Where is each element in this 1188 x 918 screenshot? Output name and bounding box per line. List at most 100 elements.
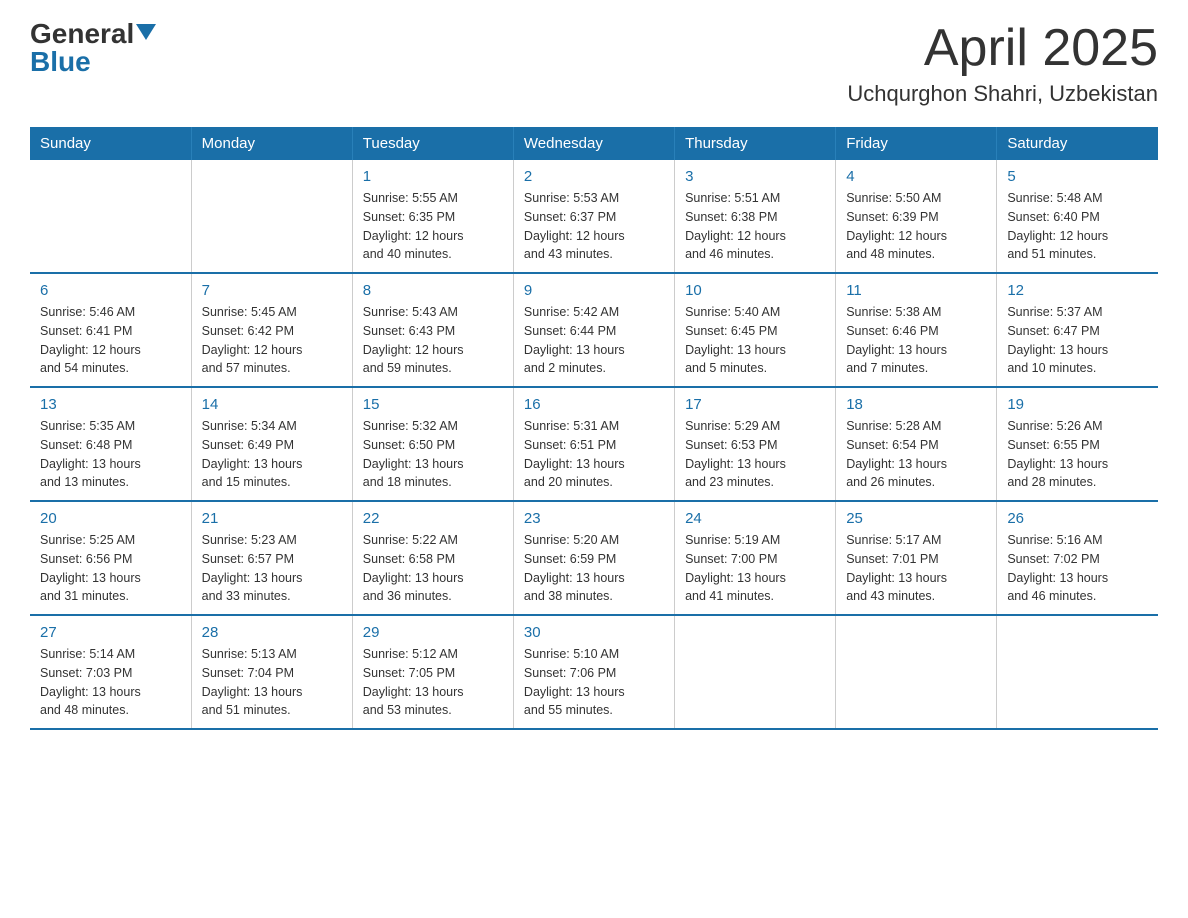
day-cell [675,615,836,729]
day-number: 29 [363,624,503,641]
day-number: 23 [524,510,664,527]
week-row-5: 27 Sunrise: 5:14 AMSunset: 7:03 PMDayligh… [30,615,1158,729]
calendar-header: SundayMondayTuesdayWednesdayThursdayFrid… [30,127,1158,160]
day-cell: 9 Sunrise: 5:42 AMSunset: 6:44 PMDaylight… [513,273,674,387]
logo-blue-text: Blue [30,48,91,76]
calendar-table: SundayMondayTuesdayWednesdayThursdayFrid… [30,127,1158,730]
weekday-header-row: SundayMondayTuesdayWednesdayThursdayFrid… [30,127,1158,160]
day-cell: 30 Sunrise: 5:10 AMSunset: 7:06 PMDayligh… [513,615,674,729]
day-number: 28 [202,624,342,641]
day-cell: 11Sunrise: 5:38 AMSunset: 6:46 PMDayligh… [836,273,997,387]
day-info: Sunrise: 5:51 AMSunset: 6:38 PMDaylight:… [685,189,825,264]
day-info: Sunrise: 5:26 AMSunset: 6:55 PMDaylight:… [1007,417,1148,492]
day-cell [836,615,997,729]
weekday-header-saturday: Saturday [997,127,1158,160]
day-number: 30 [524,624,664,641]
week-row-2: 6 Sunrise: 5:46 AMSunset: 6:41 PMDaylight… [30,273,1158,387]
day-number: 15 [363,396,503,413]
day-number: 9 [524,282,664,299]
day-cell: 7Sunrise: 5:45 AMSunset: 6:42 PMDaylight… [191,273,352,387]
day-cell: 22 Sunrise: 5:22 AMSunset: 6:58 PMDayligh… [352,501,513,615]
day-info: Sunrise: 5:23 AMSunset: 6:57 PMDaylight:… [202,531,342,606]
day-cell: 13 Sunrise: 5:35 AMSunset: 6:48 PMDayligh… [30,387,191,501]
day-info: Sunrise: 5:50 AMSunset: 6:39 PMDaylight:… [846,189,986,264]
day-cell: 15 Sunrise: 5:32 AMSunset: 6:50 PMDayligh… [352,387,513,501]
day-info: Sunrise: 5:53 AMSunset: 6:37 PMDaylight:… [524,189,664,264]
day-info: Sunrise: 5:32 AMSunset: 6:50 PMDaylight:… [363,417,503,492]
day-cell: 2Sunrise: 5:53 AMSunset: 6:37 PMDaylight… [513,160,674,273]
day-cell: 14Sunrise: 5:34 AMSunset: 6:49 PMDayligh… [191,387,352,501]
day-cell: 12Sunrise: 5:37 AMSunset: 6:47 PMDayligh… [997,273,1158,387]
day-number: 19 [1007,396,1148,413]
day-number: 27 [40,624,181,641]
day-cell [191,160,352,273]
day-number: 18 [846,396,986,413]
logo-general-text: General [30,20,134,48]
day-info: Sunrise: 5:19 AMSunset: 7:00 PMDaylight:… [685,531,825,606]
day-info: Sunrise: 5:14 AMSunset: 7:03 PMDaylight:… [40,645,181,720]
weekday-header-monday: Monday [191,127,352,160]
day-info: Sunrise: 5:34 AMSunset: 6:49 PMDaylight:… [202,417,342,492]
weekday-header-thursday: Thursday [675,127,836,160]
calendar-title: April 2025 [847,20,1158,77]
day-info: Sunrise: 5:46 AMSunset: 6:41 PMDaylight:… [40,303,181,378]
day-info: Sunrise: 5:48 AMSunset: 6:40 PMDaylight:… [1007,189,1148,264]
day-cell [30,160,191,273]
day-cell: 8 Sunrise: 5:43 AMSunset: 6:43 PMDaylight… [352,273,513,387]
day-cell: 28 Sunrise: 5:13 AMSunset: 7:04 PMDayligh… [191,615,352,729]
day-cell: 6 Sunrise: 5:46 AMSunset: 6:41 PMDaylight… [30,273,191,387]
day-number: 26 [1007,510,1148,527]
week-row-1: 1 Sunrise: 5:55 AMSunset: 6:35 PMDaylight… [30,160,1158,273]
day-number: 1 [363,168,503,185]
day-info: Sunrise: 5:40 AMSunset: 6:45 PMDaylight:… [685,303,825,378]
day-cell: 24 Sunrise: 5:19 AMSunset: 7:00 PMDayligh… [675,501,836,615]
day-info: Sunrise: 5:10 AMSunset: 7:06 PMDaylight:… [524,645,664,720]
day-info: Sunrise: 5:31 AMSunset: 6:51 PMDaylight:… [524,417,664,492]
day-info: Sunrise: 5:17 AMSunset: 7:01 PMDaylight:… [846,531,986,606]
day-number: 8 [363,282,503,299]
day-info: Sunrise: 5:38 AMSunset: 6:46 PMDaylight:… [846,303,986,378]
day-info: Sunrise: 5:22 AMSunset: 6:58 PMDaylight:… [363,531,503,606]
weekday-header-sunday: Sunday [30,127,191,160]
day-info: Sunrise: 5:20 AMSunset: 6:59 PMDaylight:… [524,531,664,606]
day-cell: 3Sunrise: 5:51 AMSunset: 6:38 PMDaylight… [675,160,836,273]
weekday-header-tuesday: Tuesday [352,127,513,160]
day-number: 10 [685,282,825,299]
page-header: General Blue April 2025 Uchqurghon Shahr… [30,20,1158,107]
day-cell: 23 Sunrise: 5:20 AMSunset: 6:59 PMDayligh… [513,501,674,615]
day-cell: 4 Sunrise: 5:50 AMSunset: 6:39 PMDaylight… [836,160,997,273]
day-cell: 10 Sunrise: 5:40 AMSunset: 6:45 PMDayligh… [675,273,836,387]
day-cell [997,615,1158,729]
day-number: 25 [846,510,986,527]
weekday-header-wednesday: Wednesday [513,127,674,160]
day-number: 20 [40,510,181,527]
day-number: 4 [846,168,986,185]
calendar-body: 1 Sunrise: 5:55 AMSunset: 6:35 PMDaylight… [30,160,1158,729]
day-info: Sunrise: 5:42 AMSunset: 6:44 PMDaylight:… [524,303,664,378]
day-cell: 25 Sunrise: 5:17 AMSunset: 7:01 PMDayligh… [836,501,997,615]
day-cell: 5Sunrise: 5:48 AMSunset: 6:40 PMDaylight… [997,160,1158,273]
day-number: 17 [685,396,825,413]
day-cell: 17 Sunrise: 5:29 AMSunset: 6:53 PMDayligh… [675,387,836,501]
day-cell: 19 Sunrise: 5:26 AMSunset: 6:55 PMDayligh… [997,387,1158,501]
day-info: Sunrise: 5:29 AMSunset: 6:53 PMDaylight:… [685,417,825,492]
day-number: 7 [202,282,342,299]
calendar-subtitle: Uchqurghon Shahri, Uzbekistan [847,81,1158,107]
title-block: April 2025 Uchqurghon Shahri, Uzbekistan [847,20,1158,107]
day-info: Sunrise: 5:35 AMSunset: 6:48 PMDaylight:… [40,417,181,492]
day-number: 6 [40,282,181,299]
day-info: Sunrise: 5:12 AMSunset: 7:05 PMDaylight:… [363,645,503,720]
day-number: 24 [685,510,825,527]
day-number: 22 [363,510,503,527]
day-info: Sunrise: 5:43 AMSunset: 6:43 PMDaylight:… [363,303,503,378]
day-info: Sunrise: 5:28 AMSunset: 6:54 PMDaylight:… [846,417,986,492]
day-info: Sunrise: 5:13 AMSunset: 7:04 PMDaylight:… [202,645,342,720]
day-info: Sunrise: 5:55 AMSunset: 6:35 PMDaylight:… [363,189,503,264]
logo: General Blue [30,20,156,76]
day-info: Sunrise: 5:25 AMSunset: 6:56 PMDaylight:… [40,531,181,606]
day-cell: 20 Sunrise: 5:25 AMSunset: 6:56 PMDayligh… [30,501,191,615]
day-cell: 27 Sunrise: 5:14 AMSunset: 7:03 PMDayligh… [30,615,191,729]
day-cell: 18 Sunrise: 5:28 AMSunset: 6:54 PMDayligh… [836,387,997,501]
day-info: Sunrise: 5:16 AMSunset: 7:02 PMDaylight:… [1007,531,1148,606]
day-number: 13 [40,396,181,413]
